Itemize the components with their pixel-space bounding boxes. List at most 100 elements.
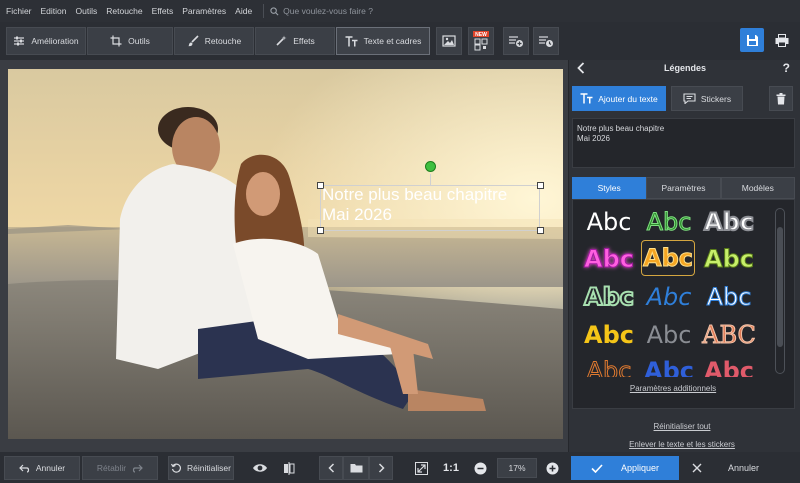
history-icon xyxy=(539,36,553,47)
style-preset-grey-outline[interactable]: Abc xyxy=(701,206,757,238)
menu-parametres[interactable]: Paramètres xyxy=(182,6,226,16)
image-overlay-button[interactable] xyxy=(436,27,462,55)
styles-scroll-thumb[interactable] xyxy=(777,227,783,347)
tab-effets[interactable]: Effets xyxy=(255,27,335,55)
cancel-button[interactable]: Annuler xyxy=(684,456,796,480)
redo-button[interactable]: Rétablir xyxy=(82,456,158,480)
chevron-left-icon xyxy=(577,62,585,74)
tab-texte-et-cadres[interactable]: Texte et cadres xyxy=(336,27,430,55)
style-preset-lime[interactable]: Abc xyxy=(701,243,757,275)
search-icon xyxy=(270,6,279,15)
photo-canvas[interactable]: Notre plus beau chapitre Mai 2026 xyxy=(8,69,563,439)
panel-title: Légendes xyxy=(663,63,706,73)
folder-icon xyxy=(350,464,362,473)
tab-amelioration[interactable]: Amélioration xyxy=(6,27,86,55)
tab-styles[interactable]: Styles xyxy=(572,177,647,199)
save-button[interactable] xyxy=(740,28,764,52)
actual-size-button[interactable]: 1:1 xyxy=(440,456,462,480)
style-preset-gold-selected[interactable]: Abc xyxy=(641,240,695,276)
styles-scrollbar[interactable] xyxy=(775,208,785,374)
style-preset-green-outline[interactable]: Abc xyxy=(641,206,697,238)
tab-label: Amélioration xyxy=(31,36,79,46)
printer-icon xyxy=(775,33,789,47)
style-preset-grey[interactable]: Abc xyxy=(641,319,697,351)
reset-all-link[interactable]: Réinitialiser tout xyxy=(569,422,795,431)
menu-retouche[interactable]: Retouche xyxy=(106,6,142,16)
tab-retouche[interactable]: Retouche xyxy=(174,27,254,55)
next-image-button[interactable] xyxy=(369,456,393,480)
text-icon xyxy=(345,35,358,46)
menu-edition[interactable]: Edition xyxy=(41,6,67,16)
style-preset-blue-bubble[interactable]: Abc xyxy=(641,357,697,377)
style-preset-mint-outline[interactable]: Abc xyxy=(581,281,637,313)
new-badge: NEW xyxy=(475,32,487,38)
add-layer-button[interactable] xyxy=(503,27,529,55)
search-field[interactable]: Que voulez-vous faire ? xyxy=(270,6,373,16)
stickers-label: Stickers xyxy=(700,93,732,104)
style-tabs: Styles Paramètres Modèles xyxy=(572,177,795,199)
compare-toggle[interactable] xyxy=(278,456,300,480)
style-preset-white[interactable]: Abc xyxy=(581,206,637,238)
style-preset-blue-italic[interactable]: Abc xyxy=(641,281,697,313)
magic-wand-icon xyxy=(276,35,287,46)
delete-button[interactable] xyxy=(769,86,793,111)
style-preset-orange-outline[interactable]: Abc xyxy=(581,357,637,377)
tab-parametres[interactable]: Paramètres xyxy=(646,177,721,199)
style-preset-white-blue[interactable]: Abc xyxy=(701,281,757,313)
caption-input-line-2: Mai 2026 xyxy=(577,134,610,143)
caption-input-line-1: Notre plus beau chapitre xyxy=(577,124,665,133)
redo-icon xyxy=(133,464,143,473)
floppy-disk-icon xyxy=(746,34,758,46)
zoom-level-field[interactable]: 17% xyxy=(497,458,537,478)
menu-effets[interactable]: Effets xyxy=(152,6,174,16)
print-button[interactable] xyxy=(770,28,794,52)
main-toolbar: Amélioration Outils Retouche Effets Text… xyxy=(0,22,800,60)
reset-button[interactable]: Réinitialiser xyxy=(168,456,234,480)
history-button[interactable] xyxy=(533,27,559,55)
menu-fichier[interactable]: Fichier xyxy=(6,6,32,16)
tab-outils[interactable]: Outils xyxy=(87,27,173,55)
tab-modeles[interactable]: Modèles xyxy=(720,177,795,199)
undo-button[interactable]: Annuler xyxy=(4,456,80,480)
style-preset-coral-caps[interactable]: ABC xyxy=(701,319,757,351)
apply-button[interactable]: Appliquer xyxy=(571,456,679,480)
rotate-connector xyxy=(430,174,431,185)
style-preset-red-bold[interactable]: Abc xyxy=(701,357,757,377)
caption-text-input[interactable]: Notre plus beau chapitre Mai 2026 xyxy=(572,118,795,168)
open-folder-button[interactable] xyxy=(343,456,369,480)
stickers-button[interactable]: Stickers xyxy=(671,86,743,111)
close-icon xyxy=(692,463,702,473)
remove-text-stickers-link[interactable]: Enlever le texte et les stickers xyxy=(569,440,795,449)
zoom-out-button[interactable] xyxy=(472,456,488,480)
previous-image-button[interactable] xyxy=(319,456,343,480)
add-text-label: Ajouter du texte xyxy=(598,93,658,104)
caption-text-overlay[interactable]: Notre plus beau chapitre Mai 2026 xyxy=(322,185,542,225)
rotate-handle[interactable] xyxy=(425,161,436,172)
qr-code-icon: NEW xyxy=(473,31,489,51)
preview-toggle[interactable] xyxy=(248,456,272,480)
help-button[interactable]: ? xyxy=(783,61,790,75)
additional-params-link[interactable]: Paramètres additionnels xyxy=(573,384,773,393)
caption-line-2: Mai 2026 xyxy=(322,205,392,224)
canvas-area: Notre plus beau chapitre Mai 2026 xyxy=(0,60,568,452)
fit-screen-icon xyxy=(414,461,428,475)
zoom-in-button[interactable] xyxy=(544,456,560,480)
qr-tool-button[interactable]: NEW xyxy=(468,27,494,55)
style-preset-yellow-bold[interactable]: Abc xyxy=(581,319,637,351)
resize-handle-bottom-right[interactable] xyxy=(537,227,544,234)
undo-label: Annuler xyxy=(35,463,66,473)
reset-label: Réinitialiser xyxy=(187,463,231,473)
image-icon xyxy=(442,35,456,47)
add-text-button[interactable]: Ajouter du texte xyxy=(572,86,666,111)
menu-outils[interactable]: Outils xyxy=(76,6,98,16)
plus-circle-icon xyxy=(546,462,558,474)
beach-couple-photo xyxy=(8,69,563,439)
resize-handle-bottom-left[interactable] xyxy=(317,227,324,234)
fit-to-window-button[interactable] xyxy=(410,456,432,480)
speech-bubble-icon xyxy=(683,93,696,104)
menu-bar: Fichier Edition Outils Retouche Effets P… xyxy=(0,0,800,22)
back-button[interactable] xyxy=(577,62,585,76)
chevron-left-icon xyxy=(327,463,334,473)
menu-aide[interactable]: Aide xyxy=(235,6,252,16)
style-preset-pink-neon[interactable]: Abc xyxy=(581,243,637,275)
